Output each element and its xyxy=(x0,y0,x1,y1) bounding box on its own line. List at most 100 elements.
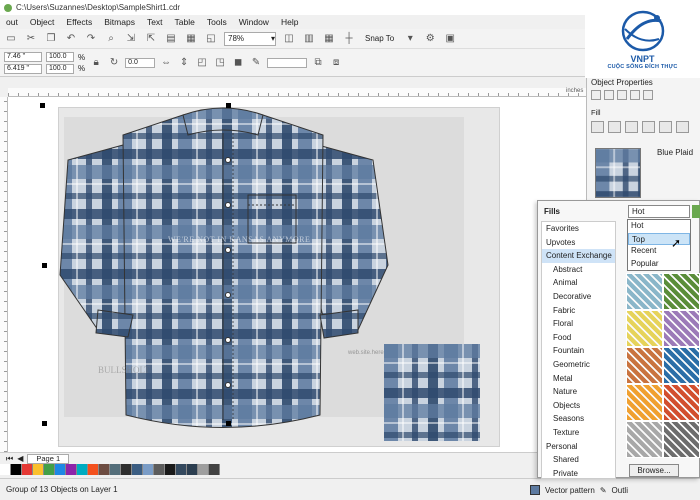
selection-handle[interactable] xyxy=(40,103,45,108)
palette-swatch[interactable] xyxy=(66,464,77,475)
mirror-vertical-icon[interactable]: ⇕ xyxy=(177,56,191,70)
fills-category-item[interactable]: Objects xyxy=(542,399,615,413)
palette-swatch[interactable] xyxy=(143,464,154,475)
palette-swatch[interactable] xyxy=(187,464,198,475)
redo-icon[interactable]: ↷ xyxy=(84,32,98,46)
fills-category-item[interactable]: Personal xyxy=(542,440,615,454)
menu-table[interactable]: Table xyxy=(169,17,201,27)
palette-swatch[interactable] xyxy=(88,464,99,475)
paragraph-tab-icon[interactable] xyxy=(643,90,653,100)
plaid-shirt-drawing[interactable] xyxy=(58,105,428,440)
browse-button[interactable]: Browse... xyxy=(629,464,679,477)
fills-category-item[interactable]: Shared xyxy=(542,453,615,467)
undo-icon[interactable]: ↶ xyxy=(64,32,78,46)
selection-handle[interactable] xyxy=(226,421,231,426)
print-icon[interactable]: ▭ xyxy=(4,32,18,46)
search-icon[interactable]: ⌕ xyxy=(104,32,118,46)
y-position-field[interactable]: 6.419 " xyxy=(4,63,42,74)
fills-category-item[interactable]: Nature xyxy=(542,385,615,399)
fill-tab-icon[interactable] xyxy=(604,90,614,100)
launcher-icon[interactable]: ▦ xyxy=(184,32,198,46)
character-tab-icon[interactable] xyxy=(630,90,640,100)
fill-thumbnail[interactable] xyxy=(626,384,663,421)
outline-pen-icon[interactable]: ✎ xyxy=(249,56,263,70)
texture-fill-icon[interactable] xyxy=(676,121,689,133)
chevron-down-icon[interactable]: ▾ xyxy=(403,32,417,46)
welcome-icon[interactable]: ▣ xyxy=(443,32,457,46)
palette-swatch[interactable] xyxy=(154,464,165,475)
pdf-icon[interactable]: ▤ xyxy=(164,32,178,46)
snap-to-dropdown[interactable]: Snap To xyxy=(362,34,397,43)
menu-layout[interactable]: out xyxy=(0,17,24,27)
palette-swatch[interactable] xyxy=(77,464,88,475)
menu-help[interactable]: Help xyxy=(275,17,304,27)
fills-category-item[interactable]: Texture xyxy=(542,426,615,440)
palette-swatch[interactable] xyxy=(44,464,55,475)
menu-window[interactable]: Window xyxy=(233,17,275,27)
menu-object[interactable]: Object xyxy=(24,17,61,27)
fill-thumbnail[interactable] xyxy=(663,273,700,310)
to-back-icon[interactable]: ⧈ xyxy=(329,56,343,70)
fill-thumbnail[interactable] xyxy=(663,310,700,347)
menu-tools[interactable]: Tools xyxy=(201,17,233,27)
rotation-angle-field[interactable]: 0.0 xyxy=(125,57,156,68)
x-position-field[interactable]: 7.46 " xyxy=(4,51,42,62)
fills-category-item[interactable]: Seasons xyxy=(542,412,615,426)
menu-text[interactable]: Text xyxy=(141,17,169,27)
fill-thumbnail[interactable] xyxy=(663,421,700,458)
fill-thumbnail[interactable] xyxy=(626,310,663,347)
rulers-icon[interactable]: ▥ xyxy=(302,32,316,46)
fills-category-item[interactable]: Decorative xyxy=(542,290,615,304)
sort-option-hot[interactable]: Hot xyxy=(628,220,690,233)
group-icon[interactable]: ◰ xyxy=(195,56,209,70)
fill-thumbnail[interactable] xyxy=(626,273,663,310)
fills-category-item[interactable]: Upvotes xyxy=(542,236,615,250)
rotate-icon[interactable]: ↻ xyxy=(107,56,121,70)
fill-preview-swatch[interactable] xyxy=(595,148,641,198)
outline-width-field[interactable] xyxy=(267,57,308,68)
palette-swatch[interactable] xyxy=(121,464,132,475)
transparency-tab-icon[interactable] xyxy=(617,90,627,100)
fill-thumbnail[interactable] xyxy=(626,347,663,384)
first-page-icon[interactable]: ⏮ xyxy=(6,454,13,464)
horizontal-ruler[interactable] xyxy=(8,88,586,97)
options-icon[interactable]: ⚙ xyxy=(423,32,437,46)
fills-category-item[interactable]: Food xyxy=(542,331,615,345)
selection-handle[interactable] xyxy=(226,103,231,108)
fills-category-item[interactable]: Metal xyxy=(542,372,615,386)
fills-category-item[interactable]: Abstract xyxy=(542,263,615,277)
palette-swatch[interactable] xyxy=(132,464,143,475)
bitmap-pattern-icon[interactable] xyxy=(659,121,672,133)
palette-swatch[interactable] xyxy=(22,464,33,475)
selection-handle[interactable] xyxy=(42,421,47,426)
mirror-horizontal-icon[interactable]: ⇔ xyxy=(159,56,173,70)
ungroup-icon[interactable]: ◳ xyxy=(213,56,227,70)
fill-thumbnail[interactable] xyxy=(663,347,700,384)
fills-category-item[interactable]: Content Exchange xyxy=(542,249,615,263)
palette-swatch[interactable] xyxy=(198,464,209,475)
palette-swatch[interactable] xyxy=(55,464,66,475)
menu-bitmaps[interactable]: Bitmaps xyxy=(98,17,141,27)
palette-swatch[interactable] xyxy=(176,464,187,475)
scale-width-field[interactable]: 100.0 xyxy=(46,51,74,62)
sort-option-popular[interactable]: Popular xyxy=(628,258,690,271)
grid-icon[interactable]: ▦ xyxy=(322,32,336,46)
palette-swatch[interactable] xyxy=(33,464,44,475)
fills-sort-button[interactable] xyxy=(692,205,700,218)
drawing-canvas[interactable]: WE'RE NOT IN KANSAS ANYMORE web.site.her… xyxy=(8,97,586,452)
menu-effects[interactable]: Effects xyxy=(60,17,98,27)
vector-pattern-icon[interactable] xyxy=(642,121,655,133)
export-icon[interactable]: ⇱ xyxy=(144,32,158,46)
page-tab[interactable]: Page 1 xyxy=(27,453,70,464)
palette-swatch[interactable] xyxy=(99,464,110,475)
to-front-icon[interactable]: ⧉ xyxy=(311,56,325,70)
palette-swatch[interactable] xyxy=(11,464,22,475)
color-palette[interactable] xyxy=(0,464,540,476)
vertical-ruler[interactable] xyxy=(0,97,8,452)
outline-tab-icon[interactable] xyxy=(591,90,601,100)
fills-sort-select[interactable]: Hot xyxy=(628,205,690,218)
palette-swatch[interactable] xyxy=(0,464,11,475)
combine-icon[interactable]: ◼ xyxy=(231,56,245,70)
palette-swatch[interactable] xyxy=(165,464,176,475)
guides-icon[interactable]: ┼ xyxy=(342,32,356,46)
